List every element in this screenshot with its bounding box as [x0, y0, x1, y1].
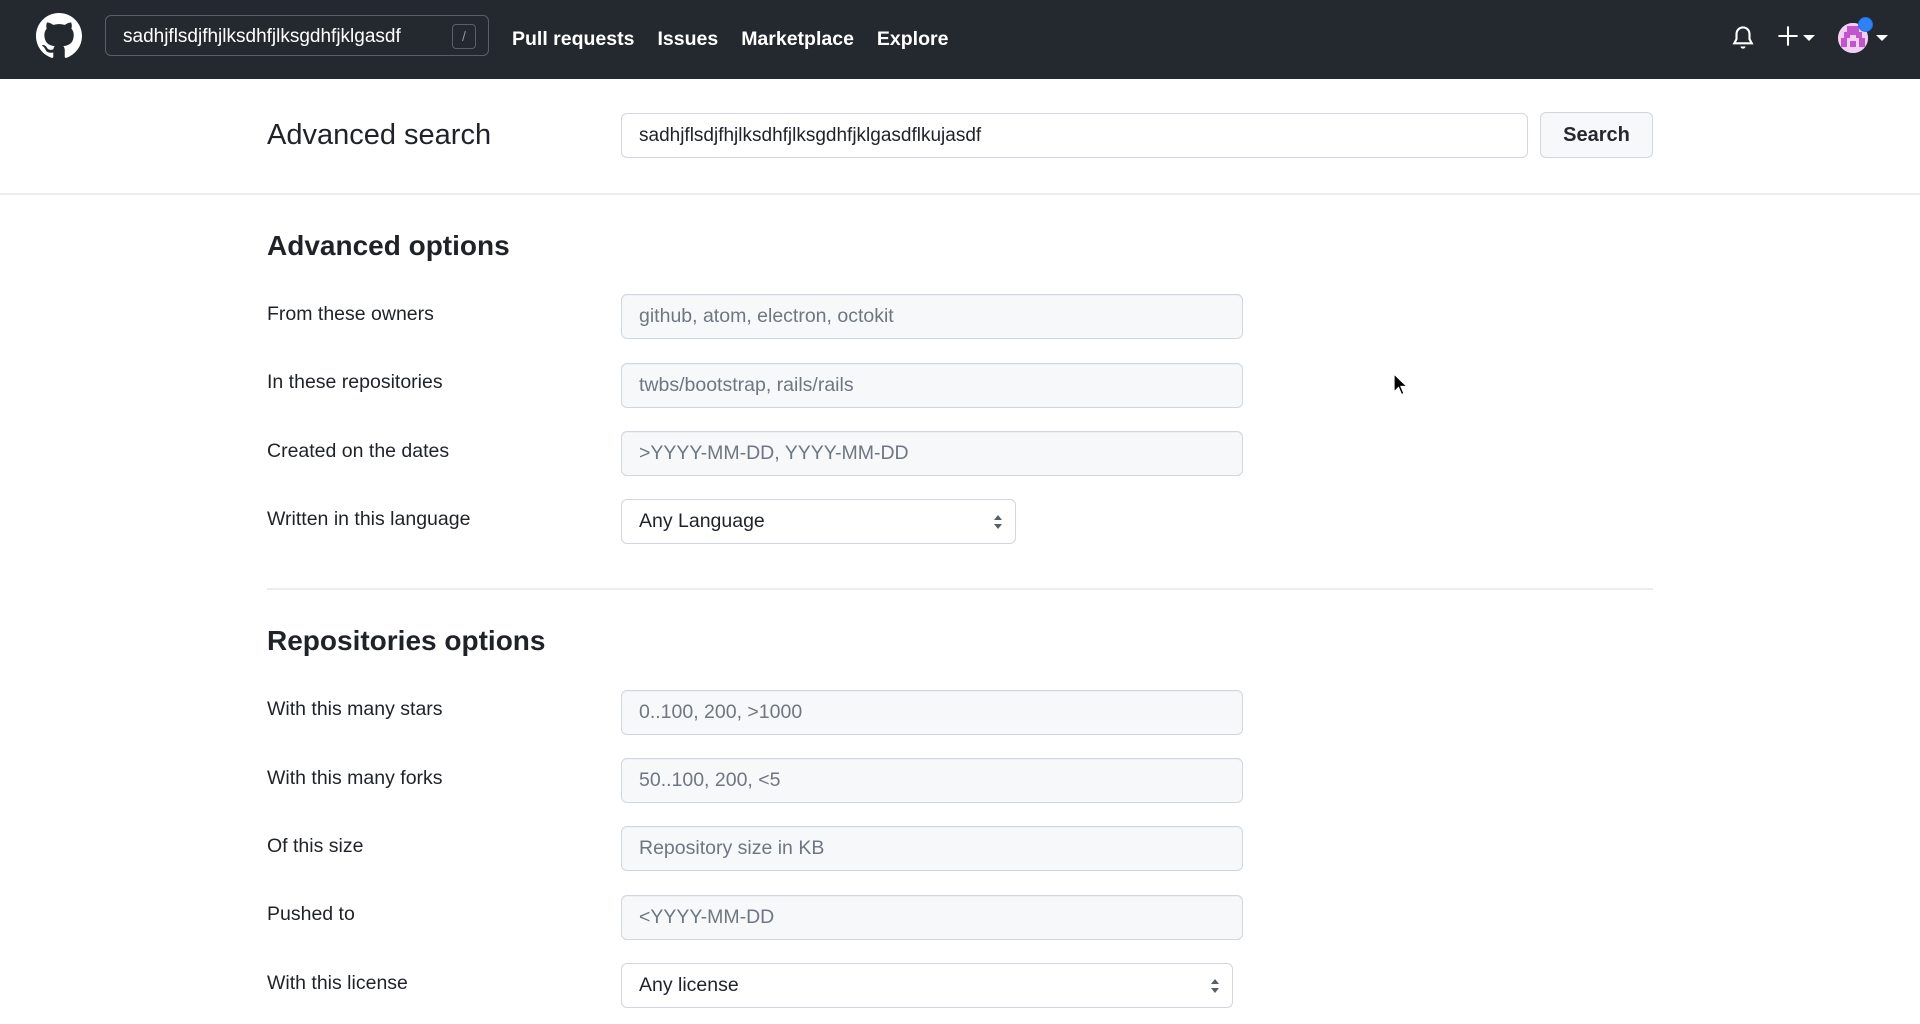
- repositories-input[interactable]: [621, 363, 1243, 408]
- nav-pull-requests[interactable]: Pull requests: [512, 28, 634, 51]
- bell-icon[interactable]: [1730, 24, 1756, 52]
- language-select[interactable]: Any Language: [621, 499, 1016, 544]
- license-select-value: Any license: [639, 974, 739, 996]
- advanced-search-bar: Advanced search Search: [0, 79, 1920, 195]
- size-input[interactable]: [621, 826, 1243, 871]
- avatar-dropdown-caret-icon[interactable]: [1876, 35, 1888, 41]
- nav-explore[interactable]: Explore: [877, 28, 949, 51]
- slash-shortcut-key: /: [452, 24, 476, 49]
- pushed-label: Pushed to: [267, 903, 355, 925]
- nav-issues[interactable]: Issues: [657, 28, 718, 51]
- license-select[interactable]: Any license: [621, 963, 1233, 1008]
- section-divider: [267, 588, 1653, 590]
- created-dates-label: Created on the dates: [267, 440, 450, 462]
- pushed-input[interactable]: [621, 895, 1243, 940]
- mouse-cursor-icon: [1393, 373, 1409, 396]
- stars-input[interactable]: [621, 690, 1243, 735]
- global-header: sadhjflsdjfhjlksdhfjlksgdhfjklgasdf / Pu…: [0, 0, 1920, 79]
- nav-marketplace[interactable]: Marketplace: [741, 28, 854, 51]
- global-search-value: sadhjflsdjfhjlksdhfjlksgdhfjklgasdf: [123, 26, 401, 47]
- forks-input[interactable]: [621, 758, 1243, 803]
- language-label: Written in this language: [267, 508, 471, 530]
- global-search-input[interactable]: sadhjflsdjfhjlksdhfjlksgdhfjklgasdf /: [105, 15, 489, 56]
- search-query-input[interactable]: [621, 113, 1528, 158]
- advanced-options-heading: Advanced options: [267, 230, 510, 261]
- global-nav: Pull requests Issues Marketplace Explore: [512, 0, 971, 79]
- owners-label: From these owners: [267, 303, 434, 325]
- owners-input[interactable]: [621, 294, 1243, 339]
- size-label: Of this size: [267, 835, 364, 857]
- repositories-options-heading: Repositories options: [267, 625, 546, 656]
- plus-icon[interactable]: [1777, 25, 1799, 47]
- page-title: Advanced search: [267, 119, 492, 151]
- license-label: With this license: [267, 972, 408, 994]
- plus-dropdown-caret-icon[interactable]: [1803, 35, 1815, 41]
- repositories-label: In these repositories: [267, 371, 443, 393]
- created-dates-input[interactable]: [621, 431, 1243, 476]
- select-arrows-icon: [1211, 979, 1219, 993]
- stars-label: With this many stars: [267, 698, 443, 720]
- select-arrows-icon: [994, 515, 1002, 529]
- language-select-value: Any Language: [639, 510, 765, 532]
- notification-dot: [1858, 17, 1873, 32]
- forks-label: With this many forks: [267, 767, 443, 789]
- search-button[interactable]: Search: [1540, 112, 1653, 158]
- github-logo-icon[interactable]: [36, 13, 82, 59]
